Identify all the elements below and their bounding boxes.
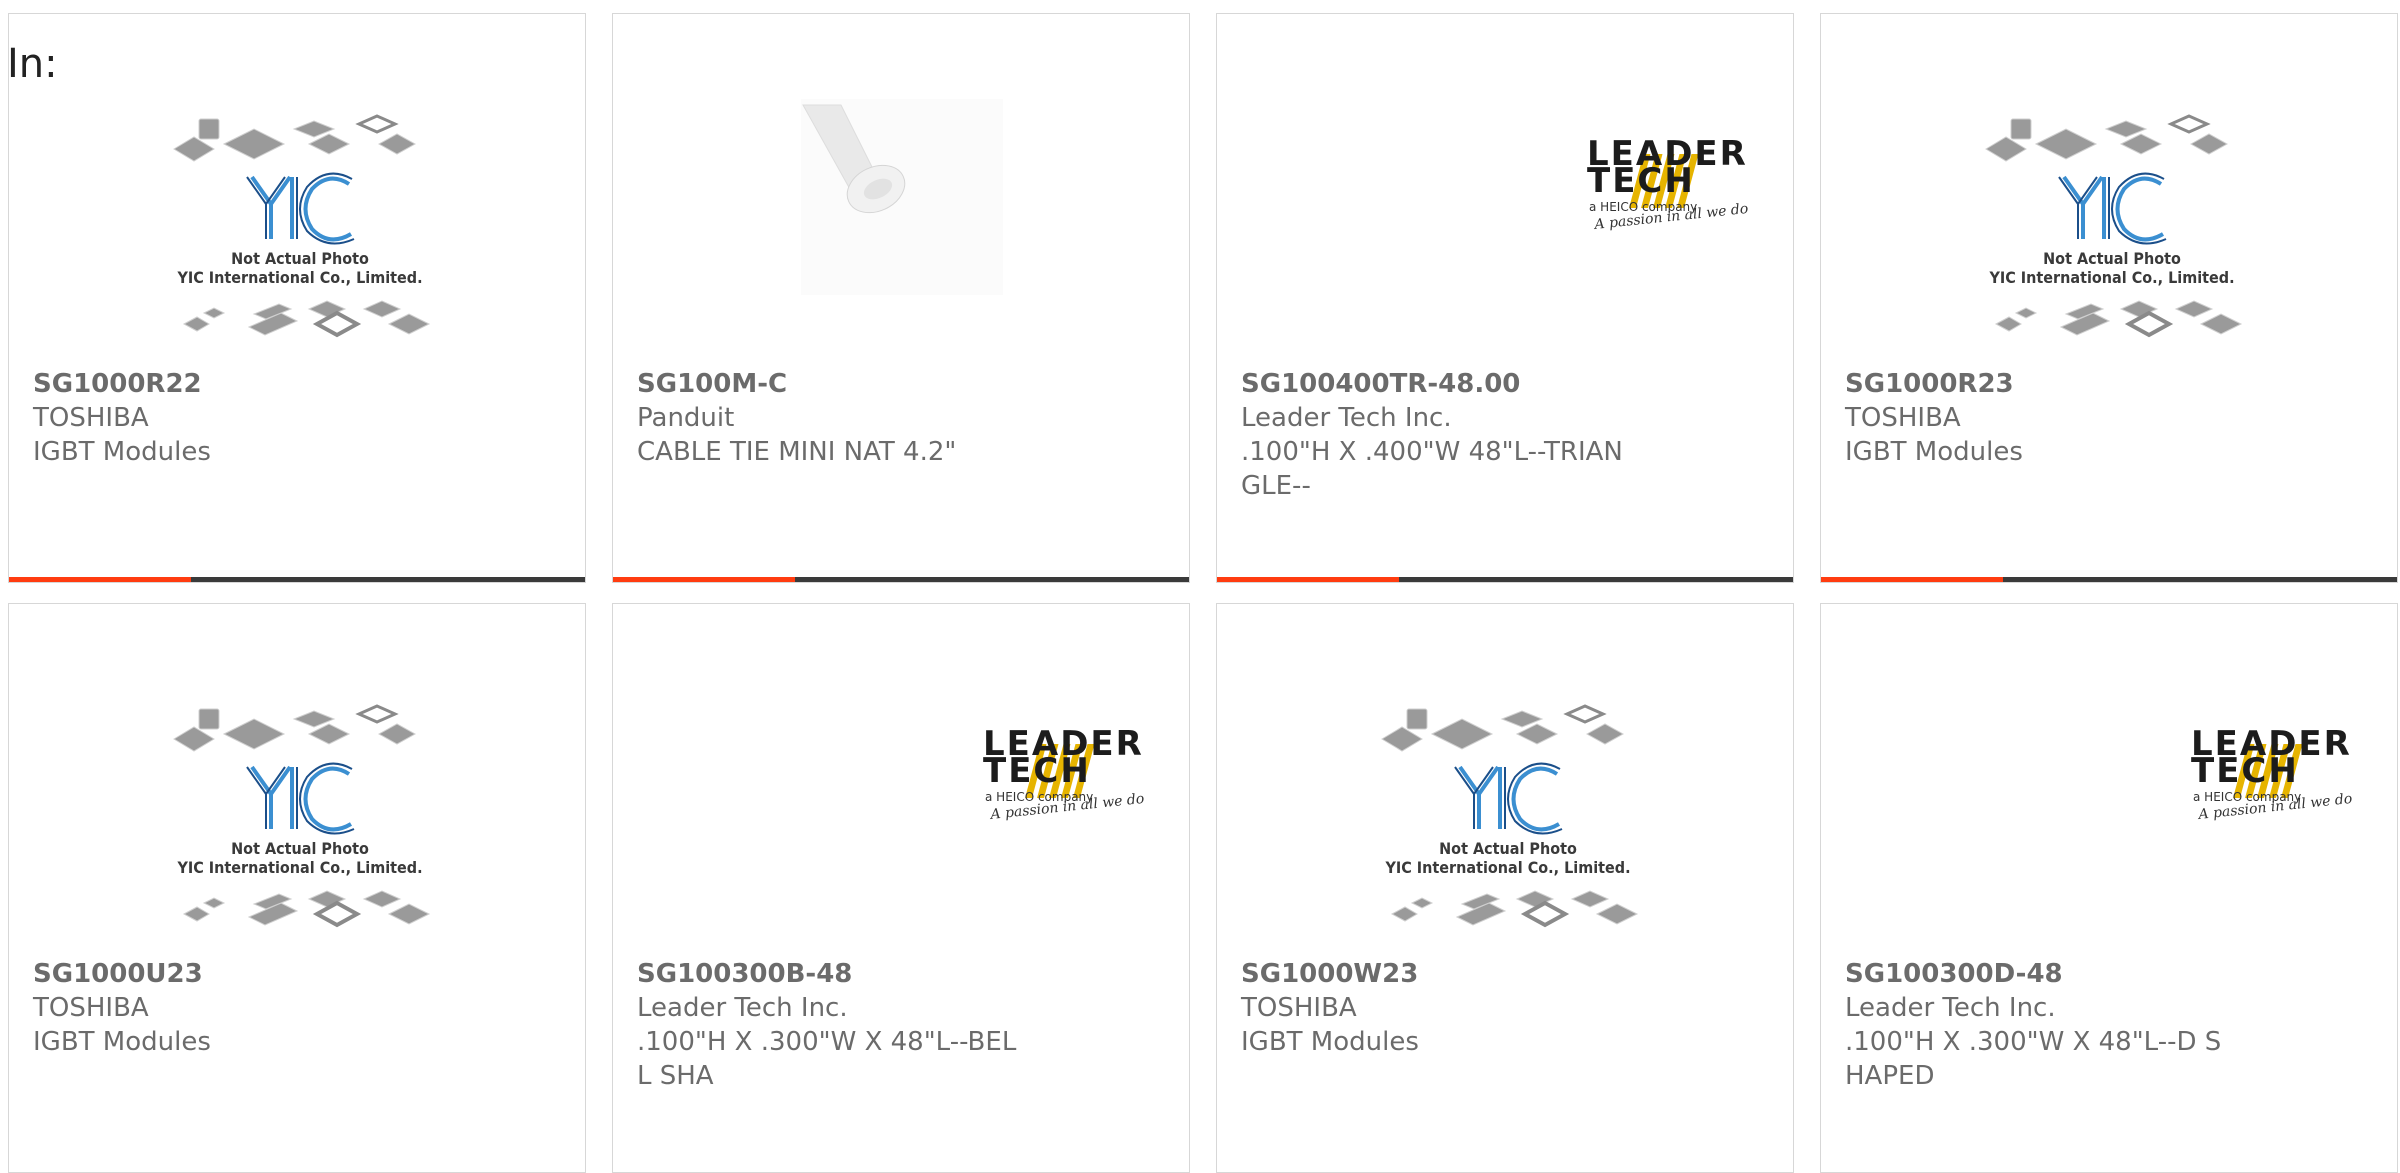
- product-description: IGBT Modules: [33, 1027, 211, 1057]
- placeholder-caption-1: Not Actual Photo: [231, 249, 369, 268]
- product-manufacturer: Leader Tech Inc.: [1845, 993, 2056, 1023]
- yic-placeholder-image: Not Actual Photo YIC International Co., …: [1985, 114, 2243, 338]
- product-part-number[interactable]: SG1000U23: [33, 957, 563, 991]
- product-card[interactable]: Not Actual Photo YIC International Co., …: [1820, 13, 2398, 583]
- product-card[interactable]: Not Actual Photo YIC International Co., …: [8, 13, 586, 583]
- card-footer-bar: [1821, 577, 2397, 582]
- product-card[interactable]: LEADER TECH a HEICO company A passion in…: [1216, 13, 1794, 583]
- placeholder-caption-2: YIC International Co., Limited.: [1988, 268, 2234, 287]
- product-part-number[interactable]: SG1000W23: [1241, 957, 1771, 991]
- yic-placeholder-image: Not Actual Photo YIC International Co., …: [1381, 704, 1639, 928]
- leader-logo-line2: TECH: [1587, 161, 1695, 201]
- product-image[interactable]: Not Actual Photo YIC International Co., …: [1821, 99, 2397, 359]
- product-info: SG100M-C Panduit CABLE TIE MINI NAT 4.2": [637, 367, 1167, 469]
- placeholder-caption-2: YIC International Co., Limited.: [176, 858, 422, 877]
- product-image[interactable]: Not Actual Photo YIC International Co., …: [9, 99, 585, 359]
- yic-placeholder-image: Not Actual Photo YIC International Co., …: [173, 114, 431, 338]
- product-description: CABLE TIE MINI NAT 4.2": [637, 437, 957, 467]
- product-manufacturer: TOSHIBA: [1845, 403, 1961, 433]
- product-image[interactable]: LEADER TECH a HEICO company A passion in…: [1821, 689, 2397, 949]
- product-grid: LEADER TECH a HEICO company A passion in…: [0, 0, 2400, 1173]
- product-manufacturer: Leader Tech Inc.: [1241, 403, 1452, 433]
- product-image[interactable]: LEADER TECH a HEICO company A passion in…: [1217, 99, 1793, 359]
- card-footer-accent: [1821, 577, 2003, 582]
- product-info: SG1000W23 TOSHIBA IGBT Modules: [1241, 957, 1771, 1059]
- leader-tech-logo-image: LEADER TECH a HEICO company A passion in…: [1587, 134, 1749, 233]
- product-description: IGBT Modules: [1241, 1027, 1419, 1057]
- card-footer-accent: [9, 577, 191, 582]
- product-part-number[interactable]: SG100M-C: [637, 367, 1167, 401]
- placeholder-caption-1: Not Actual Photo: [231, 839, 369, 858]
- product-info: SG100300B-48 Leader Tech Inc. .100"H X .30…: [637, 957, 1167, 1093]
- product-card[interactable]: SG100M-C Panduit CABLE TIE MINI NAT 4.2": [612, 13, 1190, 583]
- card-footer-accent: [1217, 577, 1399, 582]
- placeholder-caption-2: YIC International Co., Limited.: [1384, 858, 1630, 877]
- product-card[interactable]: Not Actual Photo YIC International Co., …: [8, 603, 586, 1173]
- card-footer-bar: [1217, 577, 1793, 582]
- product-image[interactable]: [613, 99, 1189, 359]
- product-card[interactable]: LEADER TECH a HEICO company A passion in…: [612, 603, 1190, 1173]
- leader-logo-line2: TECH: [2191, 751, 2299, 791]
- product-manufacturer: Panduit: [637, 403, 735, 433]
- product-description: .100"H X .300"W X 48"L--D SHAPED: [1845, 1027, 2222, 1091]
- product-card[interactable]: Not Actual Photo YIC International Co., …: [1216, 603, 1794, 1173]
- card-footer-accent: [613, 577, 795, 582]
- product-manufacturer: TOSHIBA: [33, 403, 149, 433]
- cable-tie-photo: [801, 99, 1003, 295]
- product-part-number[interactable]: SG100300D-48: [1845, 957, 2375, 991]
- product-manufacturer: TOSHIBA: [33, 993, 149, 1023]
- product-card[interactable]: LEADER TECH a HEICO company A passion in…: [1820, 603, 2398, 1173]
- placeholder-caption-1: Not Actual Photo: [2043, 249, 2181, 268]
- product-part-number[interactable]: SG100300B-48: [637, 957, 1167, 991]
- product-manufacturer: Leader Tech Inc.: [637, 993, 848, 1023]
- leader-tech-logo-image: LEADER TECH a HEICO company A passion in…: [2191, 724, 2353, 823]
- product-image[interactable]: LEADER TECH a HEICO company A passion in…: [613, 689, 1189, 949]
- product-description: IGBT Modules: [1845, 437, 2023, 467]
- card-footer-bar: [613, 577, 1189, 582]
- card-footer-bar: [9, 577, 585, 582]
- placeholder-caption-1: Not Actual Photo: [1439, 839, 1577, 858]
- product-part-number[interactable]: SG1000R22: [33, 367, 563, 401]
- product-manufacturer: TOSHIBA: [1241, 993, 1357, 1023]
- product-part-number[interactable]: SG1000R23: [1845, 367, 2375, 401]
- product-part-number[interactable]: SG100400TR-48.00: [1241, 367, 1771, 401]
- product-info: SG100400TR-48.00 Leader Tech Inc. .100"H X…: [1241, 367, 1771, 503]
- filter-in-label: In:: [7, 41, 58, 87]
- product-info: SG1000R23 TOSHIBA IGBT Modules: [1845, 367, 2375, 469]
- product-info: SG100300D-48 Leader Tech Inc. .100"H X .30…: [1845, 957, 2375, 1093]
- product-description: .100"H X .400"W 48"L--TRIANGLE--: [1241, 437, 1623, 501]
- leader-tech-logo-image: LEADER TECH a HEICO company A passion in…: [983, 724, 1145, 823]
- product-info: SG1000R22 TOSHIBA IGBT Modules: [33, 367, 563, 469]
- leader-logo-line2: TECH: [983, 751, 1091, 791]
- product-description: .100"H X .300"W X 48"L--BELL SHA: [637, 1027, 1017, 1091]
- product-image[interactable]: Not Actual Photo YIC International Co., …: [9, 689, 585, 949]
- product-image[interactable]: Not Actual Photo YIC International Co., …: [1217, 689, 1793, 949]
- placeholder-caption-2: YIC International Co., Limited.: [176, 268, 422, 287]
- yic-placeholder-image: Not Actual Photo YIC International Co., …: [173, 704, 431, 928]
- product-description: IGBT Modules: [33, 437, 211, 467]
- product-info: SG1000U23 TOSHIBA IGBT Modules: [33, 957, 563, 1059]
